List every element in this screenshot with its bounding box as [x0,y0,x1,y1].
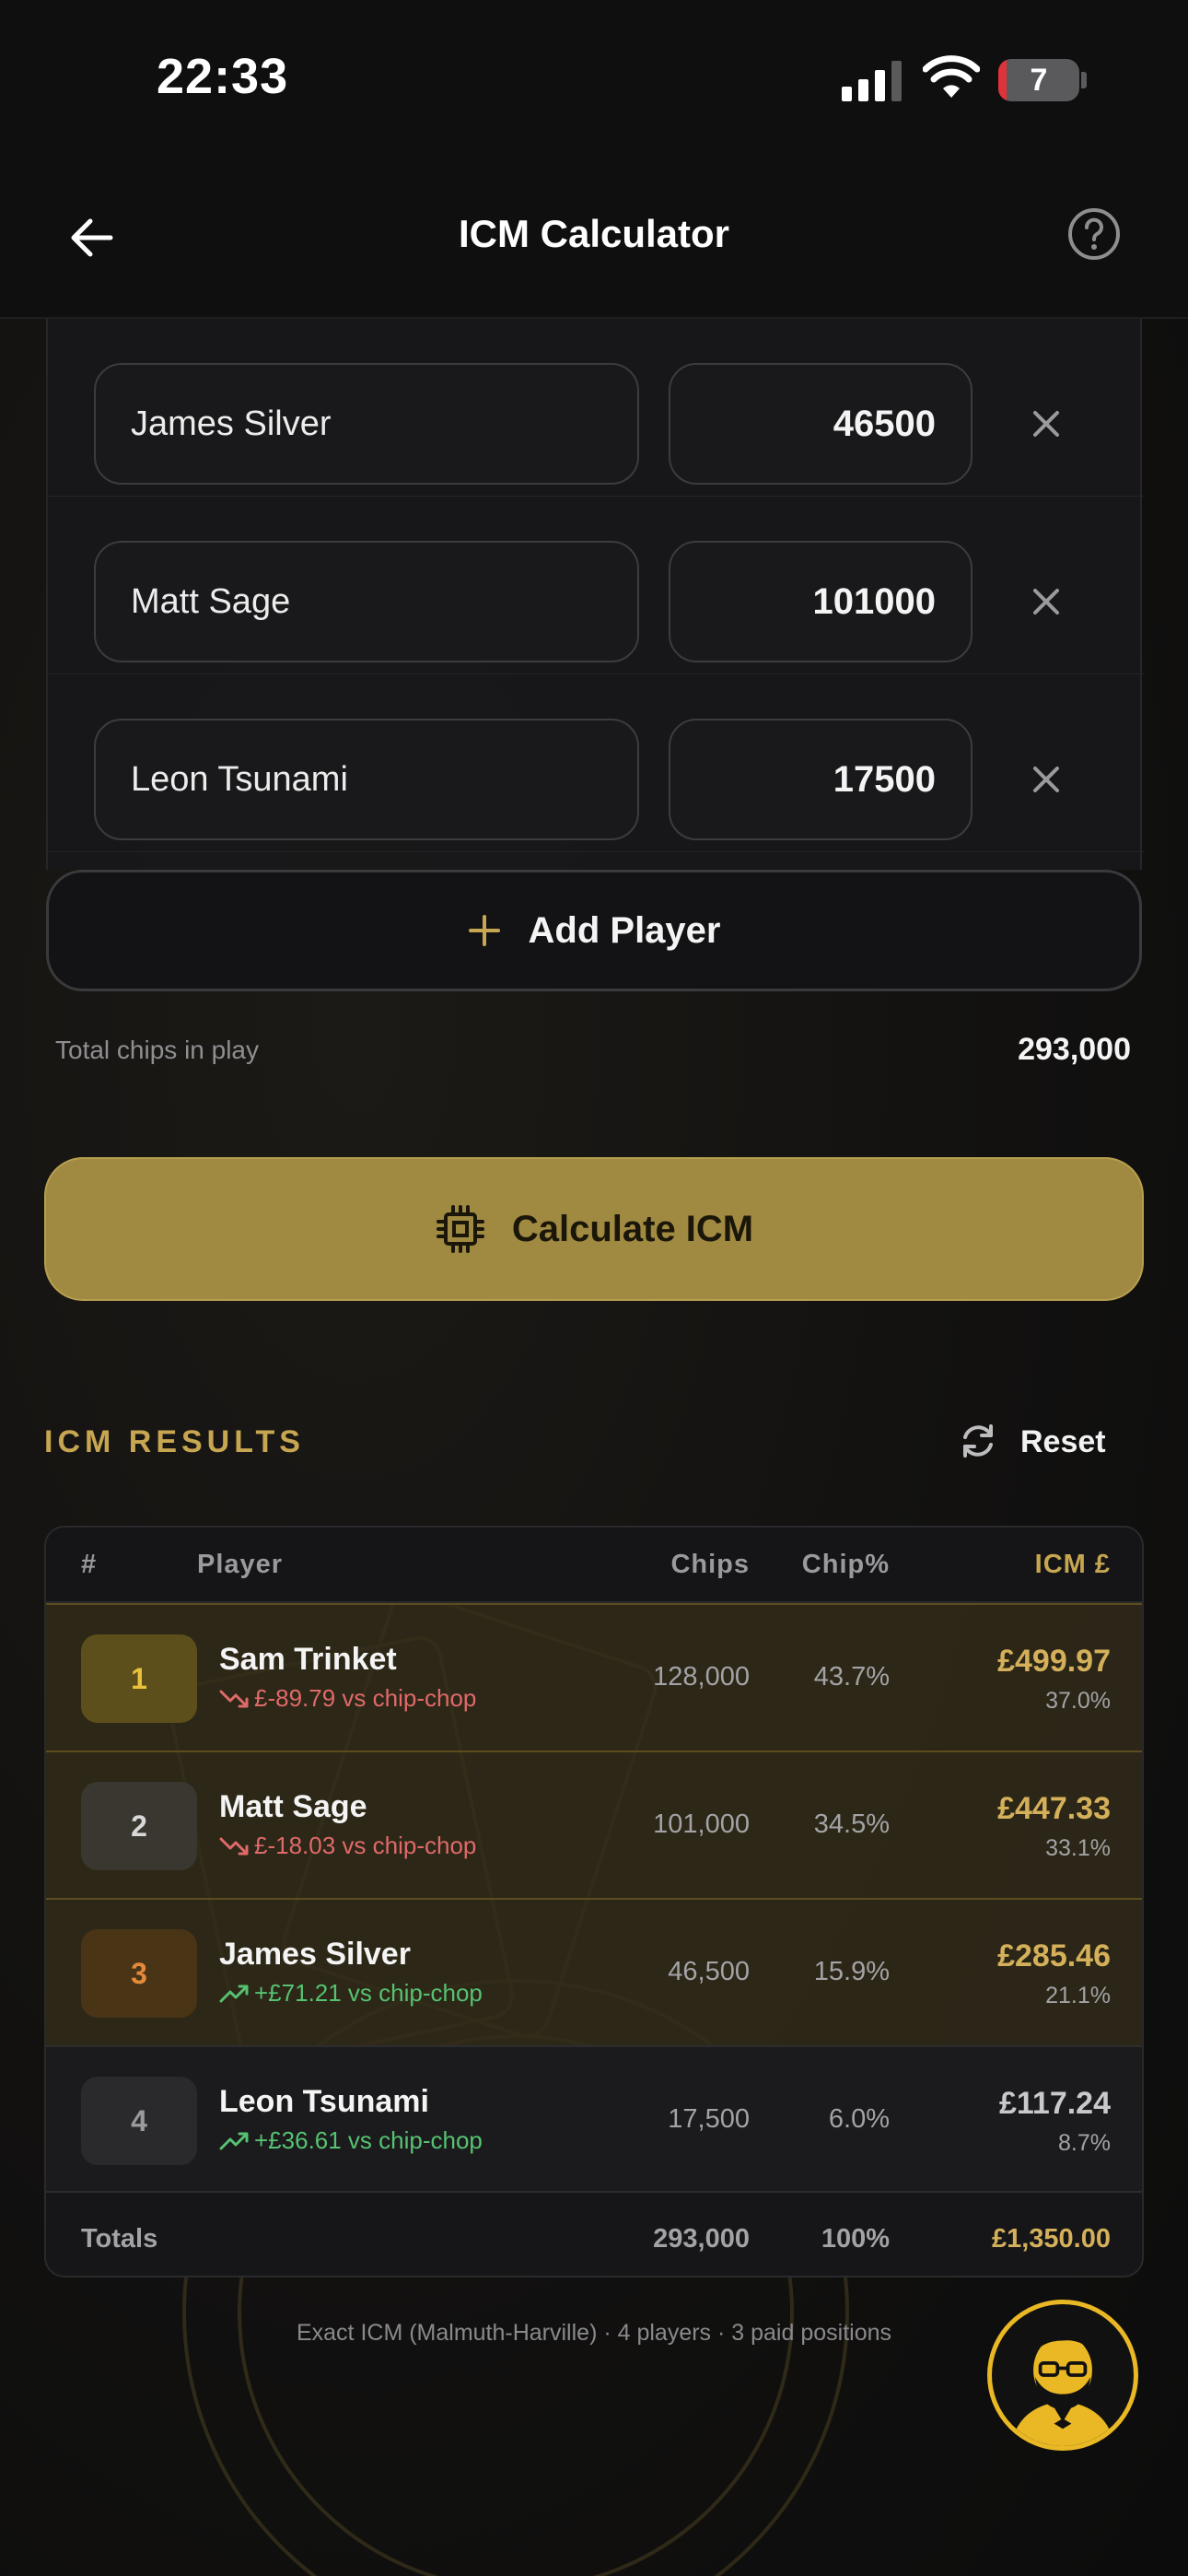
players-list: James Silver 46500 Matt Sage 101000 Leon… [46,319,1144,870]
rank-badge: 4 [81,2077,197,2165]
player-name-input[interactable]: Leon Tsunami [94,719,639,840]
player-row: Matt Sage 101000 [48,497,1144,674]
chip-chop-delta: £-89.79 vs chip-chop [219,1684,476,1713]
result-icm-value: £285.46 [997,1938,1111,1973]
result-chips: 101,000 [653,1809,750,1839]
add-player-label: Add Player [528,910,721,951]
result-player-name: Sam Trinket [219,1642,397,1677]
close-icon[interactable] [1028,761,1065,798]
player-name-input[interactable]: Matt Sage [94,541,639,662]
rank-badge: 1 [81,1634,197,1723]
status-bar: 22:33 7 [0,0,1188,166]
column-player: Player [197,1550,284,1579]
signal-icon [842,61,902,101]
column-chips: Chips [670,1550,750,1579]
result-icm-pct: 37.0% [1045,1688,1111,1714]
result-icm-pct: 21.1% [1045,1983,1111,2008]
result-chips: 46,500 [668,1957,750,1986]
result-icm-value: £499.97 [997,1644,1111,1679]
result-chips: 128,000 [653,1662,750,1692]
result-player-name: Leon Tsunami [219,2084,429,2119]
player-chips-input[interactable]: 46500 [669,363,973,485]
player-row: James Silver 46500 [48,319,1144,497]
result-icm-pct: 8.7% [1058,2130,1111,2156]
player-chips-input[interactable]: 101000 [669,541,973,662]
chip-chop-delta-text: £-89.79 vs chip-chop [254,1684,477,1712]
table-header: # Player Chips Chip% ICM £ [46,1528,1142,1603]
result-player-name: James Silver [219,1937,411,1972]
battery-icon: 7 [998,59,1079,101]
refresh-icon [963,1424,993,1458]
status-time: 22:33 [157,49,289,104]
help-icon[interactable] [1066,206,1122,262]
add-player-button[interactable]: Add Player [46,870,1142,991]
battery-level: 7 [1030,63,1048,98]
trend-down-icon [219,1837,249,1856]
rank-badge: 3 [81,1929,197,2018]
results-title: ICM RESULTS [44,1424,305,1459]
column-chip-pct: Chip% [801,1550,890,1579]
table-row: 1 Sam Trinket £-89.79 vs chip-chop 128,0… [46,1603,1142,1751]
chip-chop-delta-text: +£36.61 vs chip-chop [254,2126,483,2154]
chip-chop-delta: +£36.61 vs chip-chop [219,2126,483,2155]
trend-up-icon [219,1985,249,2003]
table-row: 3 James Silver +£71.21 vs chip-chop 46,5… [46,1898,1142,2045]
reset-label: Reset [1020,1424,1106,1459]
column-rank: # [81,1550,98,1579]
calculate-icm-label: Calculate ICM [511,1209,754,1249]
table-row: 2 Matt Sage £-18.03 vs chip-chop 101,000… [46,1751,1142,1898]
trend-up-icon [219,2132,249,2150]
rank-badge: 2 [81,1782,197,1870]
chip-chop-delta-text: +£71.21 vs chip-chop [254,1979,483,2007]
player-name-input[interactable]: James Silver [94,363,639,485]
table-totals-row: Totals 293,000 100% £1,350.00 [46,2191,1142,2276]
player-chips-input[interactable]: 17500 [669,719,973,840]
column-icm: ICM £ [1034,1550,1111,1579]
chip-chop-delta: £-18.03 vs chip-chop [219,1832,476,1860]
page-title: ICM Calculator [458,212,730,255]
result-chips: 17,500 [668,2104,750,2134]
result-chip-pct: 34.5% [813,1809,890,1839]
calculate-icm-button[interactable]: Calculate ICM [44,1157,1144,1301]
close-icon[interactable] [1028,405,1065,442]
result-icm-pct: 33.1% [1045,1835,1111,1861]
results-table: # Player Chips Chip% ICM £ 1 Sam Trinket… [44,1526,1144,2277]
close-icon[interactable] [1028,583,1065,620]
totals-chips: 293,000 [653,2224,750,2254]
result-chip-pct: 6.0% [828,2104,890,2134]
result-icm-value: £117.24 [998,2086,1111,2121]
totals-chip-pct: 100% [821,2224,890,2254]
avatar[interactable] [987,2300,1138,2451]
player-row: Leon Tsunami 17500 [48,674,1144,852]
nav-bar: ICM Calculator [0,166,1188,319]
plus-icon [468,915,500,946]
total-chips-value: 293,000 [1018,1032,1131,1067]
result-player-name: Matt Sage [219,1789,367,1824]
wifi-icon [923,55,980,98]
trend-down-icon [219,1690,249,1708]
table-row: 4 Leon Tsunami +£36.61 vs chip-chop 17,5… [46,2045,1142,2193]
totals-label: Totals [81,2224,158,2254]
result-icm-value: £447.33 [997,1791,1111,1826]
total-chips-label: Total chips in play [55,1036,260,1064]
avatar-icon [1010,2324,1115,2446]
result-chip-pct: 43.7% [813,1662,890,1692]
battery-tip [1081,72,1087,88]
cpu-icon [436,1205,484,1253]
chip-chop-delta-text: £-18.03 vs chip-chop [254,1832,477,1859]
totals-icm: £1,350.00 [991,2224,1111,2254]
result-chip-pct: 15.9% [813,1957,890,1986]
chip-chop-delta: +£71.21 vs chip-chop [219,1979,483,2008]
